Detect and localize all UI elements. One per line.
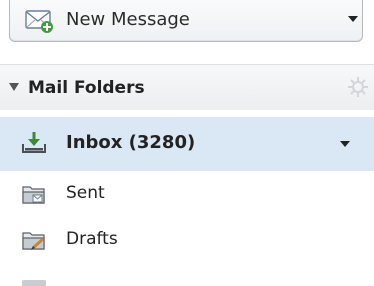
- new-message-button[interactable]: New Message: [9, 0, 363, 42]
- drafts-folder-icon: [21, 228, 47, 252]
- sent-folder-icon: [21, 182, 47, 206]
- mail-folders-title: Mail Folders: [28, 78, 145, 98]
- folder-icon: [22, 280, 46, 286]
- collapse-triangle-icon[interactable]: [9, 83, 19, 91]
- new-message-envelope-icon: [25, 8, 55, 34]
- inbox-download-icon: [21, 131, 47, 155]
- folder-item-sent[interactable]: Sent: [0, 171, 374, 217]
- mail-folders-header[interactable]: Mail Folders: [0, 64, 374, 110]
- new-message-label: New Message: [66, 9, 190, 30]
- folder-list: Inbox (3280) Sent Drafts: [0, 117, 374, 263]
- folder-item-inbox[interactable]: Inbox (3280): [0, 117, 374, 171]
- folder-label-sent: Sent: [66, 183, 105, 203]
- chevron-down-icon[interactable]: [348, 16, 358, 22]
- chevron-down-icon[interactable]: [340, 141, 350, 147]
- folder-item-drafts[interactable]: Drafts: [0, 217, 374, 263]
- folder-label-drafts: Drafts: [66, 229, 118, 249]
- folder-label-inbox: Inbox (3280): [66, 132, 196, 153]
- gear-icon[interactable]: [346, 75, 370, 99]
